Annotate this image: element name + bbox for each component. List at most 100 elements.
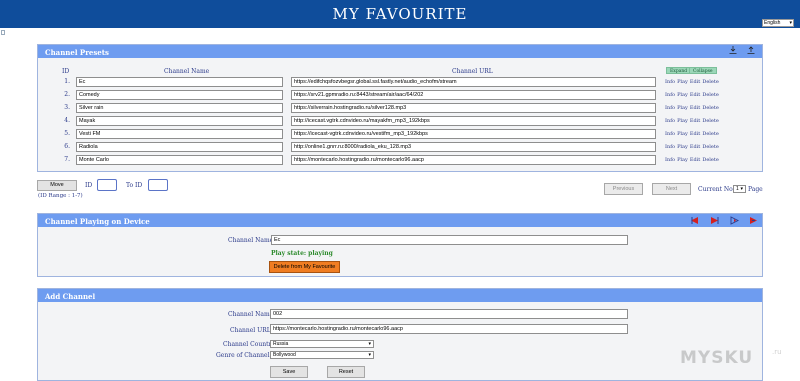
info-link[interactable]: Info (665, 92, 675, 98)
panel-title: Channel Playing on Device (45, 217, 150, 226)
delete-link[interactable]: Delete (702, 157, 719, 163)
channel-country-select[interactable]: Russia ▾ (270, 340, 374, 348)
preset-id: 7. (64, 156, 70, 163)
collapse-button[interactable]: Collapse (689, 67, 717, 74)
info-link[interactable]: Info (665, 118, 675, 124)
language-value: English (764, 20, 781, 26)
language-select[interactable]: English ▾ (762, 19, 794, 27)
volume-down-icon[interactable] (730, 216, 740, 225)
preset-name-input[interactable]: Silver rain (76, 103, 283, 113)
delete-link[interactable]: Delete (702, 144, 719, 150)
expand-button[interactable]: Expand (666, 67, 692, 74)
broken-image-icon (1, 30, 5, 35)
info-link[interactable]: Info (665, 105, 675, 111)
playing-channel-name-field[interactable]: Ec (271, 235, 628, 245)
move-to-id-input[interactable] (148, 179, 168, 191)
edit-link[interactable]: Edit (690, 118, 700, 124)
country-value: Russia (273, 341, 289, 347)
preset-url-input[interactable]: https://edifchqsfozvbegsr.global.ssl.fas… (291, 77, 656, 87)
preset-actions: Info Play Edit Delete (665, 105, 721, 111)
channel-url-label: Channel URL (230, 327, 271, 334)
play-link[interactable]: Play (677, 92, 688, 98)
previous-page-button[interactable]: Previous (604, 183, 643, 195)
delete-link[interactable]: Delete (702, 105, 719, 111)
add-channel-url-input[interactable]: https://montecarlo.hostingradio.ru/monte… (270, 324, 628, 334)
add-channel-panel: Add Channel Channel Name 002 Channel URL… (37, 288, 763, 381)
chevron-down-icon: ▾ (368, 352, 371, 358)
current-no-label: Current No. (698, 186, 735, 193)
chevron-down-icon: ▾ (789, 20, 792, 26)
preset-name-input[interactable]: Vesti FM (76, 129, 283, 139)
info-link[interactable]: Info (665, 157, 675, 163)
edit-link[interactable]: Edit (690, 157, 700, 163)
upload-icon[interactable] (746, 46, 756, 56)
preset-actions: Info Play Edit Delete (665, 144, 721, 150)
delete-link[interactable]: Delete (702, 79, 719, 85)
column-url-header: Channel URL (452, 68, 493, 75)
preset-name-input[interactable]: Comedy (76, 90, 283, 100)
preset-row: 3. Silver rain https://silverrain.hostingr… (38, 103, 764, 113)
channel-name-label: Channel Name (228, 237, 274, 244)
column-name-header: Channel Name (164, 68, 210, 75)
edit-link[interactable]: Edit (690, 131, 700, 137)
preset-name-input[interactable]: Radiola (76, 142, 283, 152)
preset-id: 5. (64, 130, 70, 137)
download-icon[interactable] (728, 46, 738, 56)
panel-header: Add Channel (38, 289, 762, 302)
preset-actions: Info Play Edit Delete (665, 79, 721, 85)
current-page-value: 1 (736, 186, 739, 192)
preset-row: 6. Radiola http://online1.gnrr.ru:8000/rad… (38, 142, 764, 152)
next-page-button[interactable]: Next (652, 183, 691, 195)
play-link[interactable]: Play (677, 79, 688, 85)
genre-select[interactable]: Bollywood ▾ (270, 351, 374, 359)
preset-url-input[interactable]: http://online1.gnrr.ru:8000/radiola_eku_… (291, 142, 656, 152)
chevron-down-icon: ▾ (740, 186, 743, 192)
preset-row: 7. Monte Carlo https://montecarlo.hostingr… (38, 155, 764, 165)
top-banner: MY FAVOURITE English ▾ (0, 0, 800, 28)
delete-link[interactable]: Delete (702, 118, 719, 124)
preset-url-input[interactable]: https://montecarlo.hostingradio.ru/monte… (291, 155, 656, 165)
preset-url-input[interactable]: https://srv21.gpmradio.ru:8443/stream/ai… (291, 90, 656, 100)
info-link[interactable]: Info (665, 144, 675, 150)
next-arrow-icon[interactable] (710, 216, 720, 225)
play-link[interactable]: Play (677, 157, 688, 163)
save-button[interactable]: Save (270, 366, 308, 378)
edit-link[interactable]: Edit (690, 144, 700, 150)
panel-header: Channel Presets (38, 45, 762, 58)
preset-name-input[interactable]: Mayak (76, 116, 283, 126)
play-link[interactable]: Play (677, 131, 688, 137)
delete-link[interactable]: Delete (702, 92, 719, 98)
info-link[interactable]: Info (665, 131, 675, 137)
channel-presets-panel: Channel Presets ID Channel Name Channel … (37, 44, 763, 172)
play-link[interactable]: Play (677, 144, 688, 150)
play-link[interactable]: Play (677, 118, 688, 124)
preset-id: 2. (64, 91, 70, 98)
info-link[interactable]: Info (665, 79, 675, 85)
move-button[interactable]: Move (37, 180, 77, 191)
preset-url-input[interactable]: https://icecast-vgtrk.cdnvideo.ru/vestif… (291, 129, 656, 139)
play-link[interactable]: Play (677, 105, 688, 111)
delete-from-favourite-button[interactable]: Delete from My Favourite (269, 261, 340, 273)
preset-url-input[interactable]: http://icecast.vgtrk.cdnvideo.ru/mayakfm… (291, 116, 656, 126)
channel-country-label: Channel Country (223, 341, 275, 348)
preset-url-input[interactable]: https://silverrain.hostingradio.ru/silve… (291, 103, 656, 113)
edit-link[interactable]: Edit (690, 105, 700, 111)
current-page-select[interactable]: 1 ▾ (733, 185, 746, 193)
volume-up-icon[interactable] (749, 216, 759, 225)
previous-arrow-icon[interactable] (689, 216, 699, 225)
preset-row: 1. Ec https://edifchqsfozvbegsr.global.ssl… (38, 77, 764, 87)
preset-actions: Info Play Edit Delete (665, 118, 721, 124)
add-channel-name-input[interactable]: 002 (270, 309, 628, 319)
genre-label: Genre of Channel (216, 352, 270, 359)
preset-id: 6. (64, 143, 70, 150)
edit-link[interactable]: Edit (690, 92, 700, 98)
play-state-text: Play state: playing (271, 250, 333, 257)
preset-name-input[interactable]: Monte Carlo (76, 155, 283, 165)
id-label: ID (85, 182, 93, 189)
chevron-down-icon: ▾ (368, 341, 371, 347)
delete-link[interactable]: Delete (702, 131, 719, 137)
edit-link[interactable]: Edit (690, 79, 700, 85)
move-id-input[interactable] (97, 179, 117, 191)
reset-button[interactable]: Reset (327, 366, 365, 378)
preset-name-input[interactable]: Ec (76, 77, 283, 87)
